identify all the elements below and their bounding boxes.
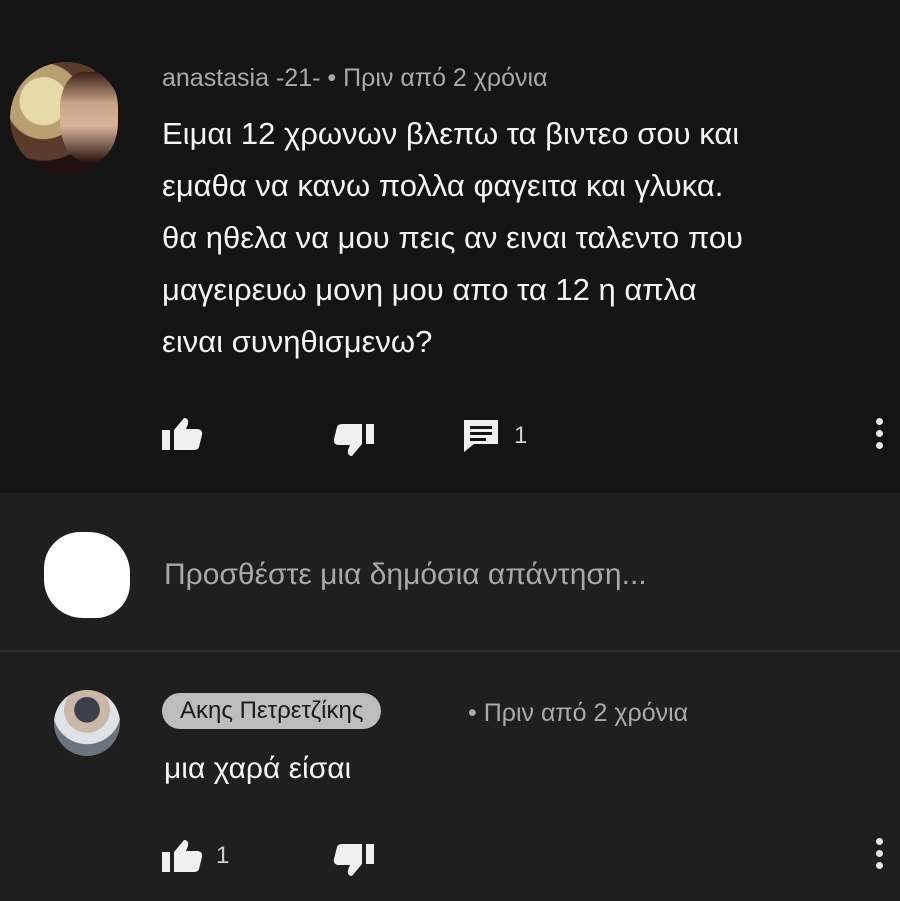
kebab-dot: [876, 430, 883, 437]
reply-timestamp[interactable]: Πριν από 2 χρόνια: [484, 699, 688, 727]
reply-more-button[interactable]: [876, 838, 886, 874]
comment-text: Ειμαι 12 χρωνων βλεπω τα βιντεο σου και …: [162, 116, 744, 359]
meta-separator: •: [468, 699, 484, 727]
kebab-dot: [876, 838, 883, 845]
reply-text: μια χαρά είσαι: [164, 752, 352, 785]
thumbs-up-icon: [162, 418, 203, 450]
comment-timestamp[interactable]: Πριν από 2 χρόνια: [343, 64, 547, 92]
comment-more-button[interactable]: [876, 418, 886, 454]
reply-avatar[interactable]: [54, 690, 120, 756]
thumbs-down-icon: [333, 844, 374, 876]
reply-dislike-button[interactable]: [330, 842, 376, 880]
kebab-dot: [876, 862, 883, 869]
kebab-dot: [876, 442, 883, 449]
reply-like-button[interactable]: 1: [160, 838, 229, 874]
reply-count: 1: [514, 422, 528, 449]
kebab-dot: [876, 850, 883, 857]
current-user-avatar: [44, 532, 130, 618]
thumbs-down-icon: [333, 424, 374, 456]
thumbs-up-icon: [162, 840, 203, 872]
reply-button[interactable]: 1: [462, 418, 527, 454]
meta-separator: •: [320, 64, 344, 92]
creator-author-badge[interactable]: Ακης Πετρετζίκης: [162, 693, 382, 729]
dislike-button[interactable]: [330, 422, 376, 460]
comment-meta: anastasia -21- • Πριν από 2 χρόνια: [162, 64, 548, 93]
kebab-dot: [876, 418, 883, 425]
avatar-face: [60, 72, 118, 162]
comment-author[interactable]: anastasia -21-: [162, 64, 320, 92]
reply-like-count: 1: [216, 842, 230, 869]
reply-input[interactable]: Προσθέστε μια δημόσια απάντηση...: [164, 558, 647, 592]
divider: [0, 650, 900, 652]
like-button[interactable]: [160, 416, 204, 452]
avatar[interactable]: [10, 62, 122, 174]
reply-meta: • Πριν από 2 χρόνια: [468, 699, 688, 728]
comment-icon: [464, 420, 498, 452]
